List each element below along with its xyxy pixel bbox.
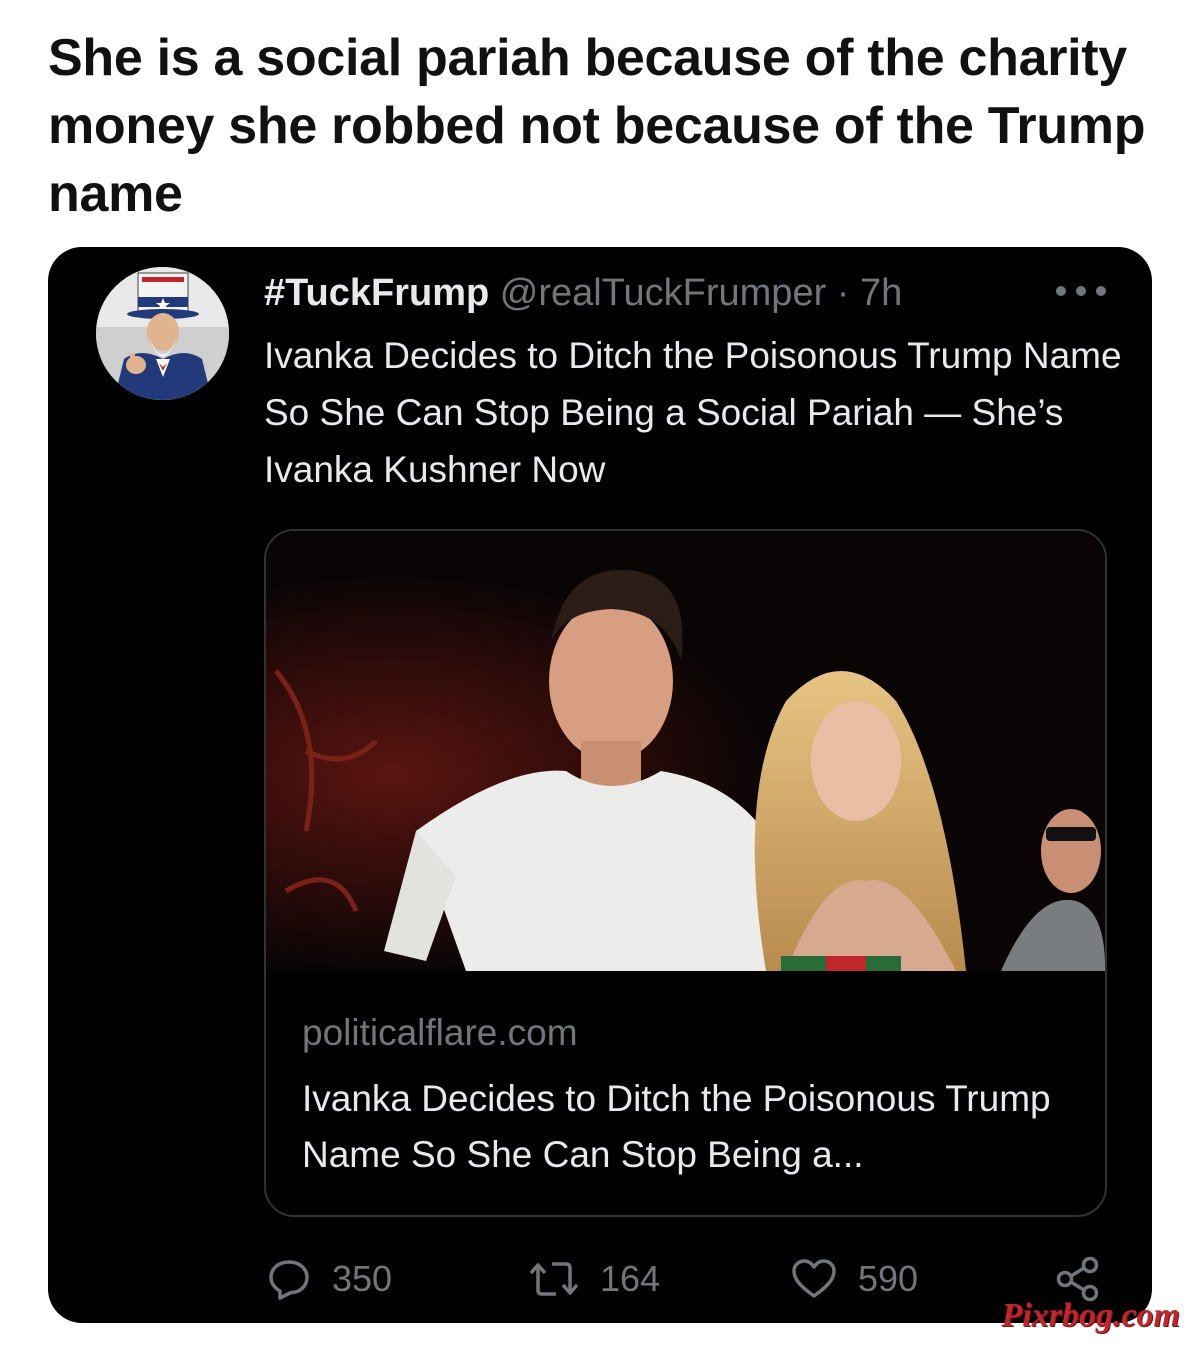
meme-caption: She is a social pariah because of the ch… xyxy=(48,29,1146,223)
heart-icon xyxy=(792,1259,836,1298)
more-options-icon[interactable] xyxy=(1056,281,1106,301)
card-title: Ivanka Decides to Ditch the Poisonous Tr… xyxy=(302,1078,1051,1175)
tweet-card[interactable]: #TuckFrump @realTuckFrumper · 7h Ivanka … xyxy=(48,247,1152,1323)
retweet-button[interactable]: 164 xyxy=(528,1251,660,1307)
tweet-actions: 350 164 590 xyxy=(48,1251,1152,1307)
retweet-count: 164 xyxy=(600,1258,661,1299)
reply-count: 350 xyxy=(332,1258,393,1299)
like-button[interactable]: 590 xyxy=(790,1251,918,1307)
article-photo-icon[interactable] xyxy=(266,531,1105,971)
share-icon xyxy=(1056,1256,1099,1302)
header-separator: · xyxy=(836,272,850,314)
reply-button[interactable]: 350 xyxy=(266,1251,392,1307)
timestamp[interactable]: 7h xyxy=(860,272,902,314)
like-count: 590 xyxy=(858,1258,919,1299)
link-preview-card[interactable]: politicalflare.com Ivanka Decides to Dit… xyxy=(264,529,1107,1217)
display-name[interactable]: #TuckFrump xyxy=(264,272,489,314)
tweet-header: #TuckFrump @realTuckFrumper · 7h xyxy=(264,269,902,317)
tweet-text: Ivanka Decides to Ditch the Poisonous Tr… xyxy=(264,335,1122,490)
uncle-sam-avatar-icon[interactable] xyxy=(96,267,229,400)
handle[interactable]: @realTuckFrumper xyxy=(500,272,826,314)
watermark: Pixrbog.com xyxy=(1001,1297,1180,1334)
meme-page: She is a social pariah because of the ch… xyxy=(0,0,1200,1353)
reply-bubble-icon xyxy=(269,1260,309,1300)
card-domain: politicalflare.com xyxy=(302,1012,578,1053)
retweet-icon xyxy=(529,1262,579,1296)
